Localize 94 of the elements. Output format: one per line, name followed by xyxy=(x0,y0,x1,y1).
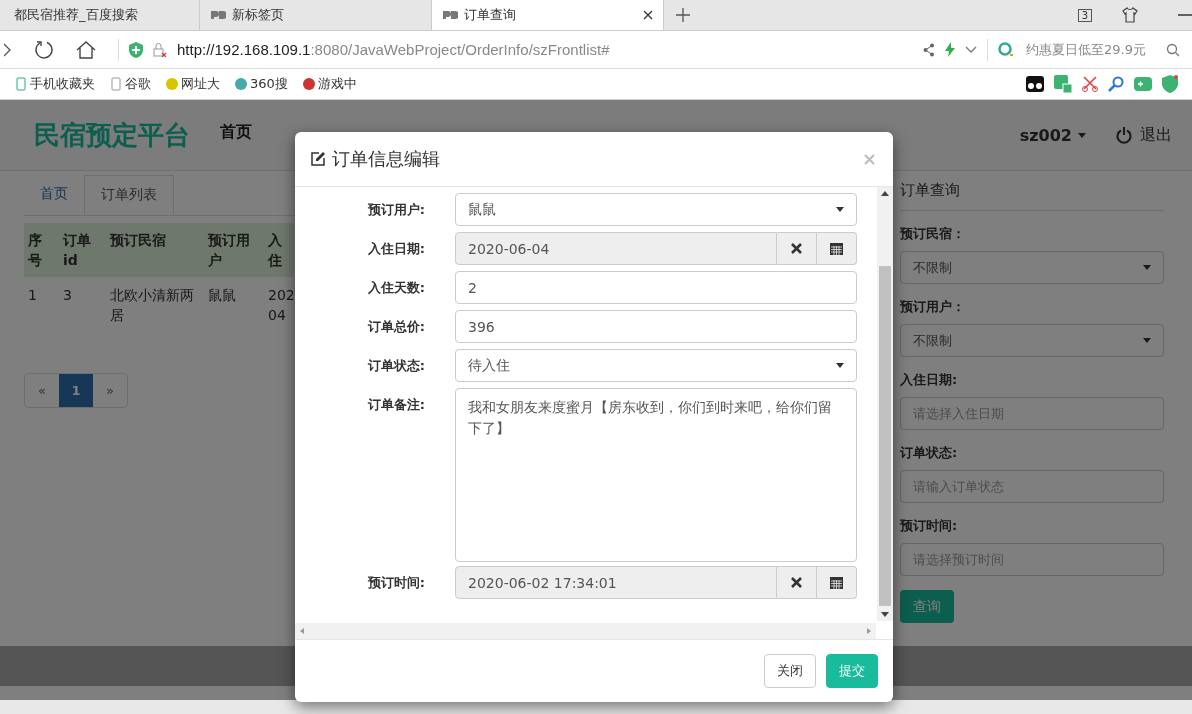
select-field[interactable]: 不限制 xyxy=(900,324,1164,357)
calendar-button[interactable] xyxy=(817,566,857,599)
nav-link[interactable]: 首页 xyxy=(220,121,252,143)
user-menu[interactable]: sz002 xyxy=(1019,125,1086,145)
caret-icon xyxy=(1078,132,1086,138)
lightning-icon[interactable] xyxy=(945,42,956,57)
field-label: 预订时间: xyxy=(366,574,425,592)
translate-icon[interactable] xyxy=(1054,75,1072,93)
bookmark-icon xyxy=(301,77,316,91)
calendar-button[interactable] xyxy=(817,232,857,265)
caret-icon xyxy=(1143,338,1151,343)
close-button[interactable]: 关闭 xyxy=(764,654,816,688)
gamepad-icon[interactable] xyxy=(1134,77,1152,91)
select-field[interactable]: 鼠鼠 xyxy=(455,193,857,226)
field-label: 预订时间: xyxy=(900,517,959,535)
scrollbar[interactable] xyxy=(877,187,893,621)
bookmark-icon xyxy=(165,77,179,91)
reload-icon[interactable] xyxy=(34,39,54,60)
field-label: 预订用户： xyxy=(900,298,966,316)
panel-title: 订单查询 xyxy=(900,171,1164,211)
chevron-icon[interactable] xyxy=(965,45,978,54)
scissors-icon[interactable] xyxy=(1082,76,1098,92)
page-icon xyxy=(442,10,458,20)
caret-icon xyxy=(836,207,844,212)
date-field[interactable]: 2020-06-02 17:34:01 xyxy=(455,566,777,599)
lock-icon xyxy=(153,42,167,57)
calendar-icon xyxy=(830,576,843,589)
url-field[interactable]: http://192.168.109.1:8080/JavaWebProject/OrderInfo/szFrontlist# xyxy=(177,41,610,58)
new-tab-icon[interactable] xyxy=(676,8,690,22)
table-cell: 鼠鼠 xyxy=(204,277,264,333)
edit-icon xyxy=(310,151,326,167)
clear-button[interactable] xyxy=(777,232,817,265)
select-field[interactable]: 待入住 xyxy=(455,349,857,382)
bookmark-link[interactable]: 谷歌 xyxy=(125,75,151,93)
scroll-up-icon[interactable] xyxy=(881,191,889,196)
column-header: 预订用户 xyxy=(204,223,264,277)
select-field[interactable]: 不限制 xyxy=(900,251,1164,284)
column-header: 订单id xyxy=(59,223,106,277)
column-header: 序号 xyxy=(24,223,59,277)
tab-count[interactable]: 3 xyxy=(1077,8,1092,22)
glasses-icon[interactable] xyxy=(1026,76,1044,92)
scroll-left-icon[interactable] xyxy=(300,628,304,634)
power-icon xyxy=(1116,126,1132,144)
clear-icon xyxy=(791,577,802,588)
input-field[interactable]: 2 xyxy=(455,271,857,304)
bookmark-icon xyxy=(234,77,248,91)
calendar-icon xyxy=(830,242,843,255)
scroll-down-icon[interactable] xyxy=(881,612,889,617)
home-icon[interactable] xyxy=(76,40,96,59)
field-label: 订单状态: xyxy=(366,357,425,375)
bookmark-icon xyxy=(14,77,28,91)
clear-button[interactable] xyxy=(777,566,817,599)
textarea-field[interactable]: 我和女朋友来度蜜月【房东收到，你们到时来吧，给你们留下了】 xyxy=(455,388,857,562)
dialog-title: 订单信息编辑 xyxy=(332,147,440,171)
shield-icon xyxy=(129,41,143,58)
table-cell: 202 04 xyxy=(264,277,294,333)
close-icon[interactable] xyxy=(643,10,653,20)
back-icon[interactable] xyxy=(4,42,12,57)
search-icon[interactable] xyxy=(1166,42,1180,57)
bookmark-icon xyxy=(109,77,123,91)
table-cell: 1 xyxy=(24,277,59,333)
shirt-icon[interactable] xyxy=(1122,7,1138,23)
clear-icon xyxy=(791,243,802,254)
scroll-right-icon[interactable] xyxy=(867,628,871,634)
field-label: 入住日期: xyxy=(366,240,425,258)
field-label: 入住天数: xyxy=(366,279,425,297)
field-label: 预订民宿： xyxy=(900,225,966,243)
share-icon[interactable] xyxy=(923,42,936,57)
bookmark-link[interactable]: 游戏中 xyxy=(317,75,357,93)
logout-link[interactable]: 退出 xyxy=(1116,124,1172,146)
table-cell: 北欧小清新两居 xyxy=(106,277,204,333)
bookmark-link[interactable]: 手机收藏夹 xyxy=(30,75,95,93)
table-cell: 3 xyxy=(59,277,106,333)
caret-icon xyxy=(836,363,844,368)
input-field[interactable]: 396 xyxy=(455,310,857,343)
column-header: 预订民宿 xyxy=(106,223,204,277)
field-label: 预订用户: xyxy=(366,201,425,219)
scrollbar[interactable] xyxy=(295,623,876,639)
bookmark-link[interactable]: 网址大 xyxy=(181,75,220,93)
page-tab[interactable]: 订单列表 xyxy=(84,175,174,215)
shield-icon[interactable] xyxy=(1162,75,1178,93)
browser-tab[interactable]: 订单查询 xyxy=(432,0,664,30)
field-label: 订单备注: xyxy=(366,396,425,414)
field-label: 订单状态: xyxy=(900,444,959,462)
caret-icon xyxy=(1143,265,1151,270)
search-field[interactable]: 约惠夏日低至29.9元 xyxy=(1026,40,1146,59)
date-field[interactable]: 2020-06-04 xyxy=(455,232,777,265)
magnifier-icon[interactable] xyxy=(1108,76,1124,92)
column-header: 入住 xyxy=(264,223,294,277)
page-icon xyxy=(210,10,226,20)
bookmark-link[interactable]: 360搜 xyxy=(250,75,288,93)
browser-tab[interactable]: 都民宿推荐_百度搜索 xyxy=(0,0,200,30)
field-label: 订单总价: xyxy=(366,318,425,336)
field-label: 入住日期: xyxy=(900,371,959,389)
